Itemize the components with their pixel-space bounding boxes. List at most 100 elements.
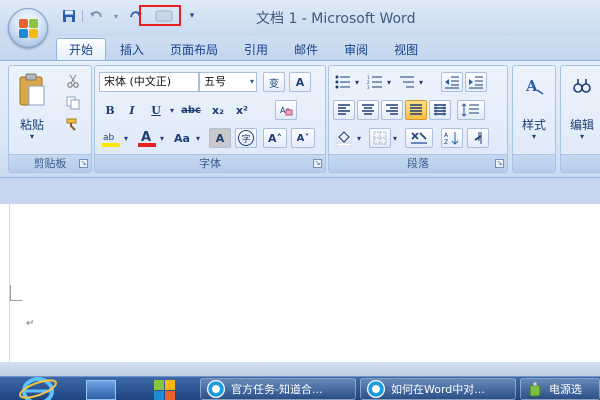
phonetic-guide-button[interactable]: 变	[263, 72, 285, 92]
undo-button[interactable]	[87, 7, 105, 25]
qat-separator	[82, 10, 83, 22]
subscript-button[interactable]: x₂	[207, 100, 229, 120]
font-launcher-icon[interactable]: ↘	[313, 159, 322, 168]
shrink-font-button[interactable]: A˅	[291, 128, 315, 148]
app-launcher-icon[interactable]	[150, 379, 180, 400]
paragraph-launcher-icon[interactable]: ↘	[495, 159, 504, 168]
word-window: { "window": { "title": "文档 1 - Microsoft…	[0, 0, 600, 400]
tab-mailings[interactable]: 邮件	[282, 38, 330, 60]
increase-indent-button[interactable]	[465, 72, 487, 92]
multilevel-list-button[interactable]	[397, 72, 417, 92]
office-button[interactable]	[8, 8, 48, 48]
align-center-icon	[362, 104, 374, 115]
start-button[interactable]	[0, 371, 60, 400]
format-painter-button[interactable]	[63, 116, 83, 134]
scissors-icon	[67, 74, 79, 88]
justify-button[interactable]	[405, 100, 427, 120]
bold-button[interactable]: B	[101, 100, 119, 120]
editing-group-label	[561, 154, 600, 172]
show-desktop-icon[interactable]	[86, 380, 116, 400]
underline-button[interactable]: U	[147, 100, 165, 120]
clipboard-launcher-icon[interactable]: ↘	[79, 159, 88, 168]
editing-button[interactable]: 编辑 ▾	[565, 70, 599, 146]
styles-button[interactable]: A 样式 ▾	[517, 70, 551, 146]
line-spacing-icon	[461, 103, 479, 117]
underline-dropdown-icon[interactable]: ▾	[167, 100, 177, 120]
taskbar-item-word-article[interactable]: 如何在Word中对...	[360, 378, 516, 400]
chinese-layout-button[interactable]	[405, 128, 433, 148]
browser-icon	[207, 380, 225, 398]
cut-button[interactable]	[63, 72, 83, 90]
red-highlight-box	[139, 5, 181, 26]
color-squares-icon	[154, 380, 175, 400]
align-left-button[interactable]	[333, 100, 355, 120]
taskbar-item-power[interactable]: 电源选	[520, 378, 600, 400]
styles-group: A 样式 ▾	[512, 65, 556, 173]
tab-page-layout[interactable]: 页面布局	[158, 38, 230, 60]
shading-button[interactable]	[333, 128, 355, 148]
office-logo-icon	[19, 19, 39, 39]
borders-dropdown-icon[interactable]: ▾	[391, 128, 399, 148]
borders-button[interactable]	[369, 128, 391, 148]
taskbar-item-label: 官方任务-知道合...	[231, 383, 323, 396]
save-button[interactable]	[60, 7, 78, 25]
paragraph-end-mark: ↵	[26, 318, 35, 329]
paste-button[interactable]: 粘贴 ▾	[15, 70, 49, 141]
font-size-value: 五号	[204, 75, 226, 88]
change-case-button[interactable]: Aa	[171, 128, 193, 148]
increase-indent-icon	[469, 76, 483, 89]
svg-text:Z: Z	[444, 139, 448, 145]
highlight-dropdown-icon[interactable]: ▾	[121, 128, 131, 148]
borders-icon	[373, 131, 387, 145]
numbering-dropdown-icon[interactable]: ▾	[385, 72, 393, 92]
undo-dropdown-icon[interactable]: ▾	[107, 7, 125, 25]
tab-insert[interactable]: 插入	[108, 38, 156, 60]
strikethrough-button[interactable]: abc	[179, 100, 203, 120]
browser-icon	[367, 380, 385, 398]
bullets-button[interactable]	[333, 72, 353, 92]
bullets-dropdown-icon[interactable]: ▾	[353, 72, 361, 92]
char-shading-button[interactable]: A	[209, 128, 231, 148]
font-group: 宋体 (中文正) 五号 ▾ 变 A B I U ▾ abc x₂ x² Aa a…	[94, 65, 326, 173]
tab-review[interactable]: 审阅	[332, 38, 380, 60]
show-marks-button[interactable]	[467, 128, 489, 148]
font-name-combo[interactable]: 宋体 (中文正)	[99, 72, 199, 92]
tab-references[interactable]: 引用	[232, 38, 280, 60]
status-bar	[0, 362, 600, 376]
font-size-combo[interactable]: 五号 ▾	[199, 72, 257, 92]
align-right-icon	[386, 104, 398, 115]
document-page[interactable]	[0, 204, 600, 362]
italic-button[interactable]: I	[123, 100, 141, 120]
align-right-button[interactable]	[381, 100, 403, 120]
highlighter-icon: ab	[102, 133, 120, 147]
tab-view[interactable]: 视图	[382, 38, 430, 60]
font-color-dropdown-icon[interactable]: ▾	[157, 128, 167, 148]
tab-home[interactable]: 开始	[56, 38, 107, 60]
customize-qat-icon[interactable]: ▾	[183, 7, 201, 25]
ribbon-tabs: 开始 插入 页面布局 引用 邮件 审阅 视图	[0, 36, 600, 60]
svg-text:A: A	[525, 77, 538, 95]
font-color-button[interactable]: A	[137, 128, 157, 148]
taskbar-item-task[interactable]: 官方任务-知道合...	[200, 378, 356, 400]
numbering-button[interactable]: 123	[365, 72, 385, 92]
line-spacing-button[interactable]	[457, 100, 485, 120]
sort-button[interactable]: AZ	[441, 128, 463, 148]
change-case-dropdown-icon[interactable]: ▾	[193, 128, 203, 148]
find-icon	[573, 79, 591, 93]
paragraph-group-label: 段落	[329, 154, 507, 172]
multilevel-dropdown-icon[interactable]: ▾	[417, 72, 425, 92]
clear-formatting-button[interactable]: Aa	[275, 100, 297, 120]
copy-button[interactable]	[63, 94, 83, 112]
decrease-indent-button[interactable]	[441, 72, 463, 92]
svg-text:3: 3	[367, 85, 370, 89]
grow-font-button[interactable]: A˄	[263, 128, 287, 148]
ruler-gap	[0, 178, 600, 204]
char-border-button[interactable]: A	[289, 72, 311, 92]
shading-dropdown-icon[interactable]: ▾	[355, 128, 363, 148]
highlight-button[interactable]: ab	[101, 128, 121, 148]
enclose-chars-button[interactable]: 字	[235, 128, 257, 148]
align-center-button[interactable]	[357, 100, 379, 120]
distributed-button[interactable]	[429, 100, 451, 120]
superscript-button[interactable]: x²	[231, 100, 253, 120]
decrease-indent-icon	[445, 76, 459, 89]
